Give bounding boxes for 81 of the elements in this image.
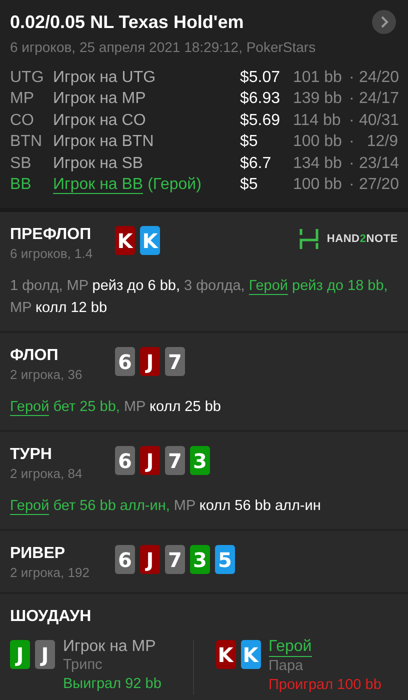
- player-stack-bb: 139 bb: [293, 90, 343, 108]
- action-description: 1 фолд, MP рейз до 6 bb, 3 фолда, Герой рейз до 18 bb, MP колл 12 bb: [10, 277, 389, 318]
- playing-card: 7: [165, 545, 185, 574]
- player-stack: $5.07: [240, 68, 282, 87]
- playing-card: 7: [165, 446, 185, 475]
- street-name: РИВЕР: [10, 545, 66, 563]
- player-stats: 40/31: [359, 112, 400, 130]
- street-name: ПРЕФЛОП: [10, 226, 92, 244]
- playing-card: K: [240, 640, 260, 669]
- player-name: Игрок на CO: [53, 112, 147, 130]
- hero-link[interactable]: Герой: [248, 278, 288, 295]
- playing-card: J: [140, 446, 160, 475]
- next-button[interactable]: [372, 10, 396, 34]
- player-stack-bb: 101 bb: [293, 68, 343, 87]
- showdown-title: ШОУДАУН: [10, 608, 92, 626]
- playing-card: 6: [115, 545, 135, 574]
- action-description: Герой бет 56 bb алл-ин, MP колл 56 bb алл-ин: [10, 497, 322, 517]
- player-position: BTN: [10, 133, 43, 152]
- street-info: 6 игроков, 1.4: [10, 246, 94, 261]
- street-info: 2 игрока, 84: [10, 466, 84, 481]
- separator-dot: ·: [349, 112, 356, 130]
- separator-dot: ·: [349, 133, 356, 152]
- player-stack: $5.69: [240, 112, 282, 130]
- player-name: Игрок на MP: [63, 637, 157, 656]
- playing-card: J: [140, 545, 160, 574]
- player-stack-bb: 114 bb: [293, 112, 342, 130]
- player-name: Игрок на SB: [53, 154, 144, 173]
- action-description: Герой бет 25 bb, MP колл 25 bb: [10, 398, 222, 418]
- playing-card: 5: [215, 545, 235, 574]
- logo-text: HAND2NOTE: [326, 233, 398, 245]
- hand-title: 0.02/0.05 NL Texas Hold'em: [10, 12, 244, 32]
- player-stack: $5: [240, 176, 259, 194]
- player-stats: 24/17: [359, 90, 400, 108]
- playing-card: K: [115, 226, 135, 255]
- hero-link[interactable]: Герой: [268, 637, 312, 657]
- player-stats: 27/20: [359, 176, 400, 194]
- player-position: MP: [10, 90, 35, 108]
- street-info: 2 игрока, 192: [10, 565, 90, 580]
- player-stats: 12/9: [366, 133, 398, 152]
- player-position: UTG: [10, 68, 45, 87]
- player-name: Игрок на MP: [53, 90, 147, 108]
- player-position: BB: [10, 176, 32, 194]
- playing-card: 6: [115, 347, 135, 376]
- playing-card: J: [10, 640, 30, 669]
- player-stack: $5: [240, 133, 259, 152]
- player-stats: 24/20: [359, 68, 400, 87]
- player-stack: $6.93: [240, 90, 282, 108]
- player-name: Игрок на UTG: [53, 68, 157, 87]
- street-name: ФЛОП: [10, 347, 60, 365]
- hand-subtitle: 6 игроков, 25 апреля 2021 18:29:12, PokerStars: [10, 39, 317, 55]
- playing-card: K: [216, 640, 236, 669]
- separator-dot: ·: [349, 176, 356, 194]
- hero-link[interactable]: Герой: [10, 399, 50, 416]
- street-name: ТУРН: [10, 446, 53, 464]
- hand-combination: Пара: [268, 657, 304, 676]
- hand-combination: Трипс: [63, 656, 104, 675]
- hero-link[interactable]: Герой: [10, 498, 50, 515]
- separator-dot: ·: [349, 90, 356, 108]
- playing-card: 3: [190, 446, 210, 475]
- playing-card: K: [140, 226, 160, 255]
- player-position: SB: [10, 154, 32, 173]
- chevron-right-icon: [379, 16, 389, 28]
- separator-dot: ·: [349, 154, 356, 173]
- playing-card: J: [35, 640, 55, 669]
- player-position: CO: [10, 112, 35, 130]
- playing-card: 7: [165, 347, 185, 376]
- player-stack-bb: 100 bb: [293, 133, 343, 152]
- player-stack-bb: 134 bb: [293, 154, 343, 173]
- separator-dot: ·: [349, 68, 356, 87]
- playing-card: 6: [115, 446, 135, 475]
- playing-card: 3: [190, 545, 210, 574]
- playing-card: J: [140, 347, 160, 376]
- logo-icon: [298, 228, 319, 250]
- player-name[interactable]: Игрок на BB (Герой): [53, 176, 240, 194]
- street-info: 2 игрока, 36: [10, 367, 84, 382]
- hand-result: Проиграл 100 bb: [268, 676, 382, 695]
- player-name: Игрок на BTN: [53, 133, 155, 152]
- hand-result: Выиграл 92 bb: [63, 675, 162, 694]
- player-stack-bb: 100 bb: [293, 176, 343, 194]
- player-stack: $6.7: [240, 154, 272, 173]
- player-stats: 23/14: [359, 154, 400, 173]
